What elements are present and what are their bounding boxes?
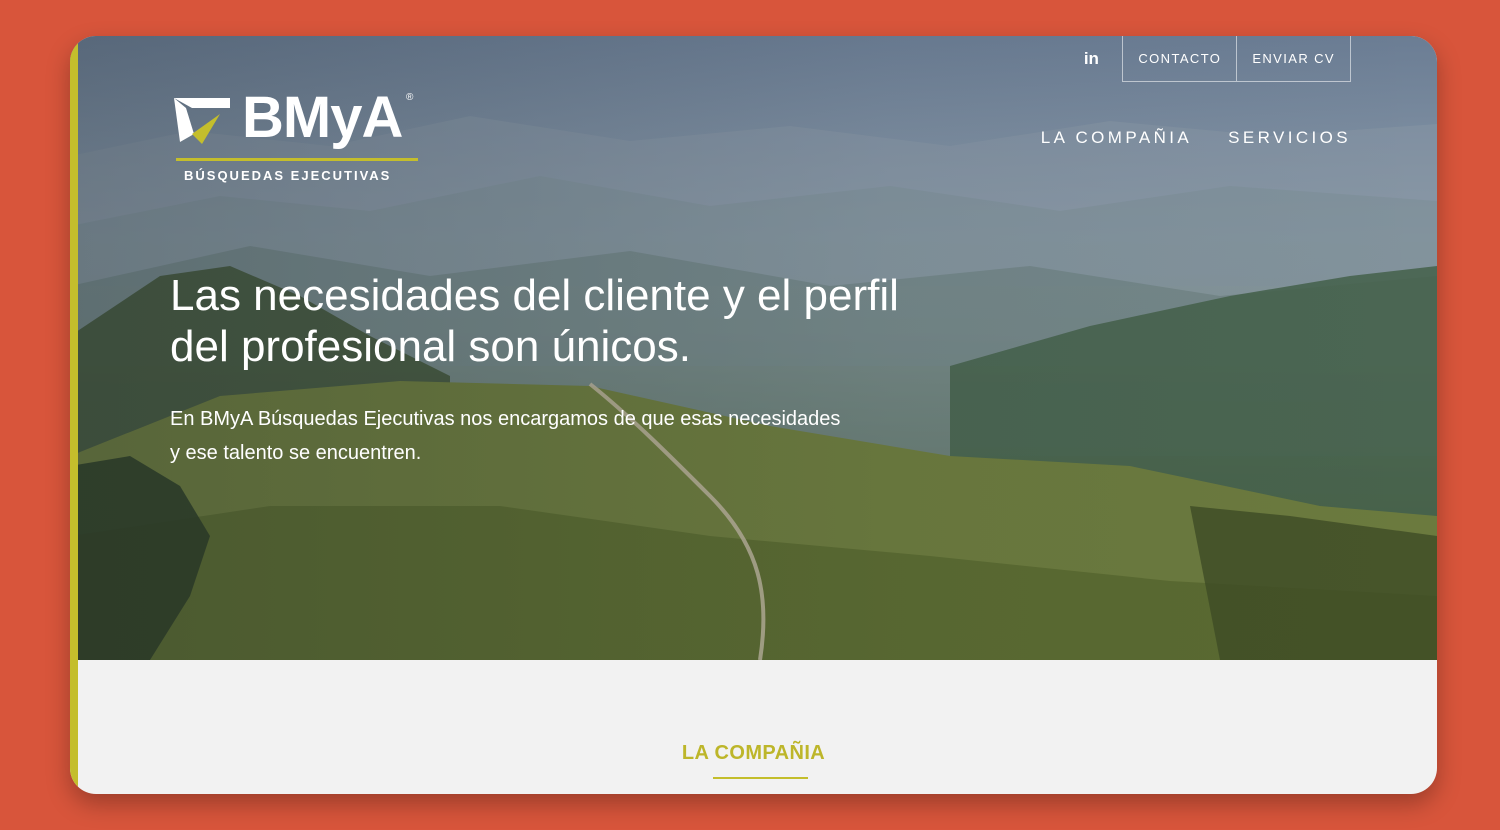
logo-registered-mark: ® xyxy=(406,92,414,103)
hero-subheading: En BMyA Búsquedas Ejecutivas nos encarga… xyxy=(170,402,970,470)
hero-headline-line-2: del profesional son únicos. xyxy=(170,322,691,371)
logo-mark-icon xyxy=(174,98,230,144)
logo-divider xyxy=(176,158,418,161)
hero-headline-line-1: Las necesidades del cliente y el perfil xyxy=(170,271,899,320)
hero-subheading-line-1: En BMyA Búsquedas Ejecutivas nos encarga… xyxy=(170,408,841,430)
hero-headline: Las necesidades del cliente y el perfil … xyxy=(170,270,990,372)
logo-brand-text: BMyA xyxy=(242,85,403,150)
section-title: LA COMPAÑIA xyxy=(681,742,826,764)
send-cv-button[interactable]: ENVIAR CV xyxy=(1237,36,1351,82)
browser-frame: in CONTACTO ENVIAR CV BMyA ® BÚSQUEDAS E… xyxy=(70,36,1437,794)
hero-subheading-line-2: y ese talento se encuentren. xyxy=(170,442,422,464)
nav-item-la-compania[interactable]: LA COMPAÑIA xyxy=(1041,128,1192,148)
logo-tagline: BÚSQUEDAS EJECUTIVAS xyxy=(184,168,392,183)
nav-item-servicios[interactable]: SERVICIOS xyxy=(1228,128,1351,148)
section-title-underline xyxy=(713,777,808,779)
linkedin-icon[interactable]: in xyxy=(1074,36,1108,82)
left-accent-bar xyxy=(70,36,78,794)
utility-nav: in CONTACTO ENVIAR CV xyxy=(1074,36,1351,82)
contact-button[interactable]: CONTACTO xyxy=(1122,36,1238,82)
brand-logo[interactable]: BMyA ® BÚSQUEDAS EJECUTIVAS xyxy=(172,86,422,192)
main-nav: LA COMPAÑIA SERVICIOS xyxy=(1041,128,1351,148)
